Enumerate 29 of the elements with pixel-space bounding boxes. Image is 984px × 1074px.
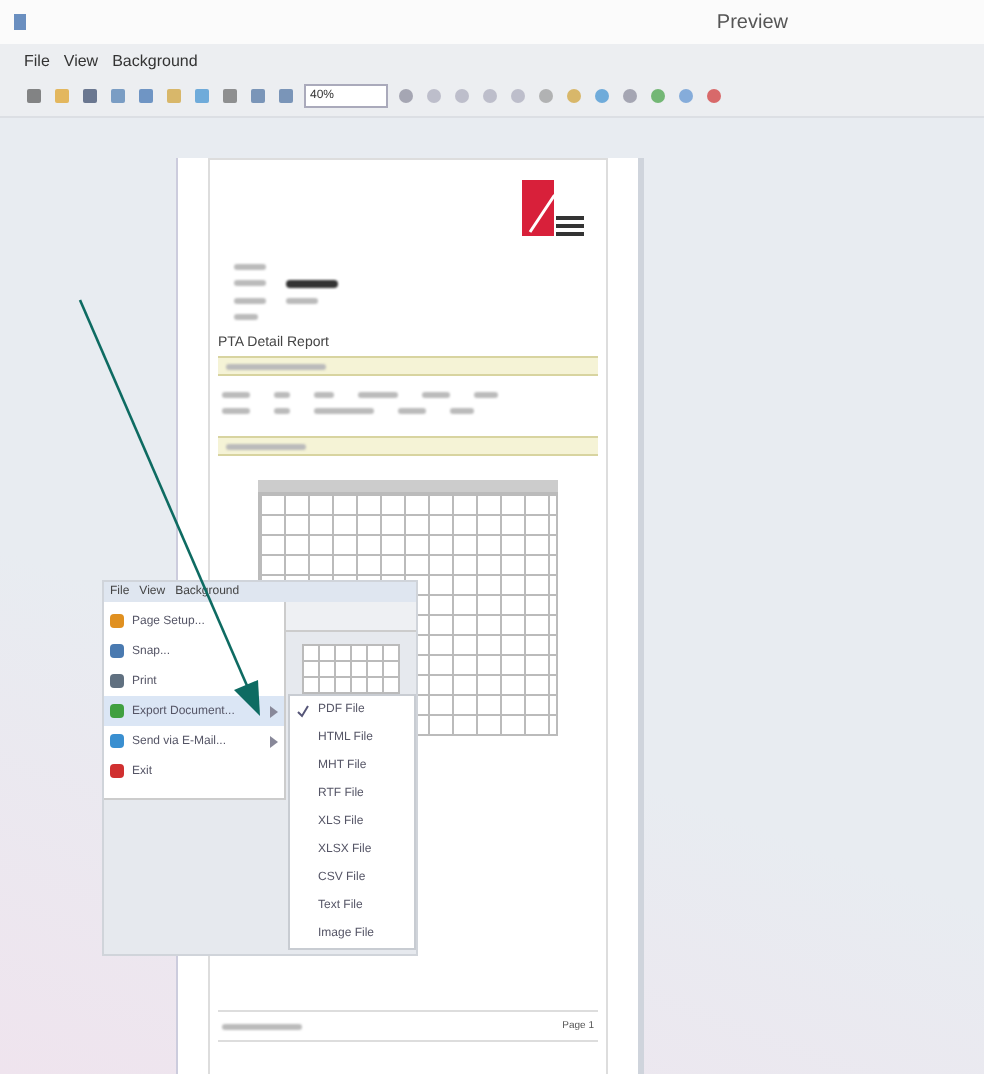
blurred-text [358, 392, 398, 398]
blurred-text [226, 363, 326, 369]
menu-icon [110, 704, 124, 718]
menu-item[interactable]: Background [112, 51, 198, 69]
menu-item[interactable]: View [63, 51, 99, 69]
menu-icon [110, 614, 124, 628]
app-icon [12, 12, 32, 32]
menu-icon [110, 764, 124, 778]
blurred-text [286, 280, 338, 288]
blurred-text [222, 408, 250, 414]
blurred-text [286, 298, 318, 304]
blurred-text [234, 264, 266, 270]
menu-item[interactable]: File [24, 51, 50, 69]
blurred-text [222, 1023, 302, 1029]
menu-icon [110, 644, 124, 658]
blurred-text [450, 408, 474, 414]
blurred-text [234, 298, 266, 304]
window-title: Preview [716, 11, 788, 33]
menu-icon [110, 734, 124, 748]
blurred-text [226, 443, 306, 449]
blurred-text [474, 392, 498, 398]
blurred-text [422, 392, 450, 398]
blurred-text [314, 408, 374, 414]
blurred-text [222, 392, 250, 398]
blurred-text [314, 392, 334, 398]
blurred-text [234, 314, 258, 320]
blurred-text [234, 280, 266, 286]
menu-icon [110, 674, 124, 688]
blurred-text [398, 408, 426, 414]
